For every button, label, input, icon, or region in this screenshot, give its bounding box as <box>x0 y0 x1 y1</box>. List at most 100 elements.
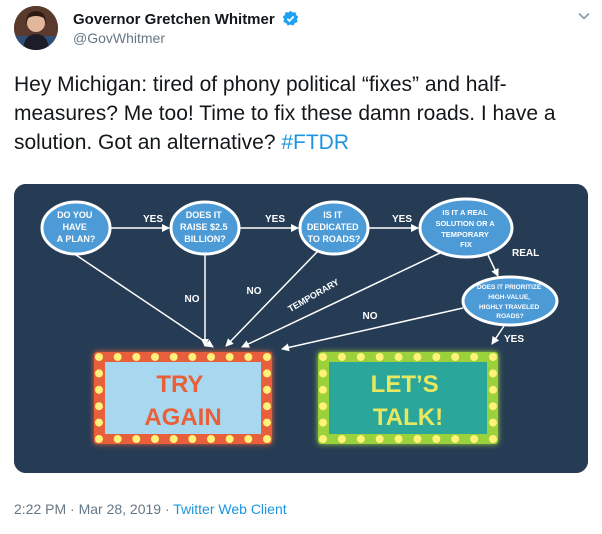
avatar-image <box>14 6 58 50</box>
meta-separator: · <box>161 501 174 517</box>
chevron-down-icon[interactable] <box>576 8 592 24</box>
marquee-bulb <box>319 369 327 378</box>
marquee-bulb <box>432 353 441 361</box>
node-solution: IS IT A REAL SOLUTION OR A TEMPORARY FIX <box>418 197 514 259</box>
node-solution-line-4: FIX <box>460 240 472 249</box>
node-dedicated-line-1: IS IT <box>323 210 343 220</box>
hashtag-link[interactable]: #FTDR <box>281 131 349 154</box>
marquee-bulb <box>319 418 327 427</box>
author-handle[interactable]: @GovWhitmer <box>73 30 165 46</box>
marquee-bulb <box>207 353 215 361</box>
marquee-bulb <box>489 385 497 394</box>
node-solution-line-2: SOLUTION OR A <box>435 219 495 228</box>
node-prioritize-line-1: DOES IT PRIORITIZE <box>477 284 542 291</box>
marquee-bulb <box>470 353 479 361</box>
marquee-bulb <box>113 435 122 443</box>
node-raise-line-3: BILLION? <box>184 234 226 244</box>
outcome-try-again: TRY AGAIN <box>94 352 272 444</box>
marquee-bulb <box>394 353 403 361</box>
marquee-bulb <box>413 435 422 443</box>
marquee-bulb <box>432 435 441 443</box>
marquee-bulb <box>413 353 422 361</box>
marquee-bulb <box>95 353 103 361</box>
node-raise-line-1: DOES IT <box>186 210 223 220</box>
author-name[interactable]: Governor Gretchen Whitmer <box>73 10 299 28</box>
marquee-bulb <box>225 435 234 443</box>
label-no-3: NO <box>363 311 378 322</box>
node-plan: DO YOU HAVE A PLAN? <box>40 200 112 256</box>
marquee-bulb <box>225 353 234 361</box>
marquee-bulb <box>207 435 215 443</box>
marquee-bulb <box>489 353 497 361</box>
marquee-bulb <box>95 435 103 443</box>
node-dedicated: IS IT DEDICATED TO ROADS? <box>298 200 370 256</box>
node-prioritize-line-2: HIGH-VALUE, <box>488 294 530 301</box>
label-yes-4: YES <box>504 334 524 345</box>
marquee-bulb <box>337 435 346 443</box>
marquee-bulb <box>263 369 271 378</box>
marquee-bulb <box>375 353 384 361</box>
marquee-bulb <box>263 418 271 427</box>
tweet-text: Hey Michigan: tired of phony political “… <box>14 70 586 157</box>
svg-text:DOES IT RAISE $2.5: DOES IT RAISE $2.5 BILLION? <box>180 210 230 244</box>
label-yes-1: YES <box>143 214 163 225</box>
marquee-bulb <box>95 369 103 378</box>
marquee-bulb <box>489 435 497 443</box>
marquee-bulb <box>356 353 365 361</box>
marquee-bulb <box>489 369 497 378</box>
marquee-bulb <box>132 353 141 361</box>
try-again-line-2: AGAIN <box>144 404 221 431</box>
label-no-1: NO <box>185 294 200 305</box>
marquee-bulb <box>394 435 403 443</box>
client-link[interactable]: Twitter Web Client <box>173 501 286 517</box>
node-solution-line-1: IS IT A REAL <box>442 208 488 217</box>
marquee-bulb <box>132 435 141 443</box>
label-no-2: NO <box>247 286 262 297</box>
node-prioritize: DOES IT PRIORITIZE HIGH-VALUE, HIGHLY TR… <box>461 275 559 327</box>
marquee-bulb <box>319 435 327 443</box>
marquee-bulb <box>263 385 271 394</box>
marquee-bulb <box>113 353 122 361</box>
marquee-bulb <box>95 402 103 411</box>
node-plan-line-2: HAVE <box>63 222 87 232</box>
node-solution-line-3: TEMPORARY <box>441 230 489 239</box>
node-prioritize-line-3: HIGHLY TRAVELED <box>479 304 540 311</box>
label-yes-3: YES <box>392 214 412 225</box>
node-plan-line-1: DO YOU <box>57 210 92 220</box>
node-dedicated-line-3: TO ROADS? <box>308 234 361 244</box>
marquee-bulb <box>489 402 497 411</box>
marquee-bulb <box>319 353 327 361</box>
label-real: REAL <box>512 248 539 259</box>
marquee-bulb <box>244 435 253 443</box>
marquee-bulb <box>169 353 178 361</box>
marquee-bulb <box>151 353 159 361</box>
marquee-bulb <box>188 435 197 443</box>
marquee-bulb <box>263 435 271 443</box>
marquee-bulb <box>470 435 479 443</box>
node-raise-line-2: RAISE $2.5 <box>180 222 228 232</box>
lets-talk-line-1: LET’S <box>371 371 439 398</box>
flowchart-image[interactable]: DO YOU HAVE A PLAN? DOES IT RAISE $2.5 B… <box>14 184 588 473</box>
node-dedicated-line-2: DEDICATED <box>307 222 359 232</box>
outcome-lets-talk: LET’S TALK! <box>318 352 498 444</box>
marquee-bulb <box>375 435 384 443</box>
marquee-bulb <box>95 418 103 427</box>
marquee-bulb <box>451 435 460 443</box>
marquee-bulb <box>319 385 327 394</box>
marquee-bulb <box>95 385 103 394</box>
marquee-bulb <box>356 435 365 443</box>
avatar[interactable] <box>14 6 58 50</box>
marquee-bulb <box>188 353 197 361</box>
marquee-bulb <box>169 435 178 443</box>
marquee-bulb <box>451 353 460 361</box>
node-prioritize-line-4: ROADS? <box>496 313 523 320</box>
flowchart-svg: DO YOU HAVE A PLAN? DOES IT RAISE $2.5 B… <box>14 184 588 473</box>
marquee-bulb <box>263 402 271 411</box>
marquee-bulb <box>244 353 253 361</box>
verified-badge-icon <box>282 10 299 26</box>
author-name-text[interactable]: Governor Gretchen Whitmer <box>73 11 275 28</box>
timestamp[interactable]: 2:22 PM · Mar 28, 2019 <box>14 501 161 517</box>
label-yes-2: YES <box>265 214 285 225</box>
marquee-bulb <box>337 353 346 361</box>
marquee-bulb <box>263 353 271 361</box>
